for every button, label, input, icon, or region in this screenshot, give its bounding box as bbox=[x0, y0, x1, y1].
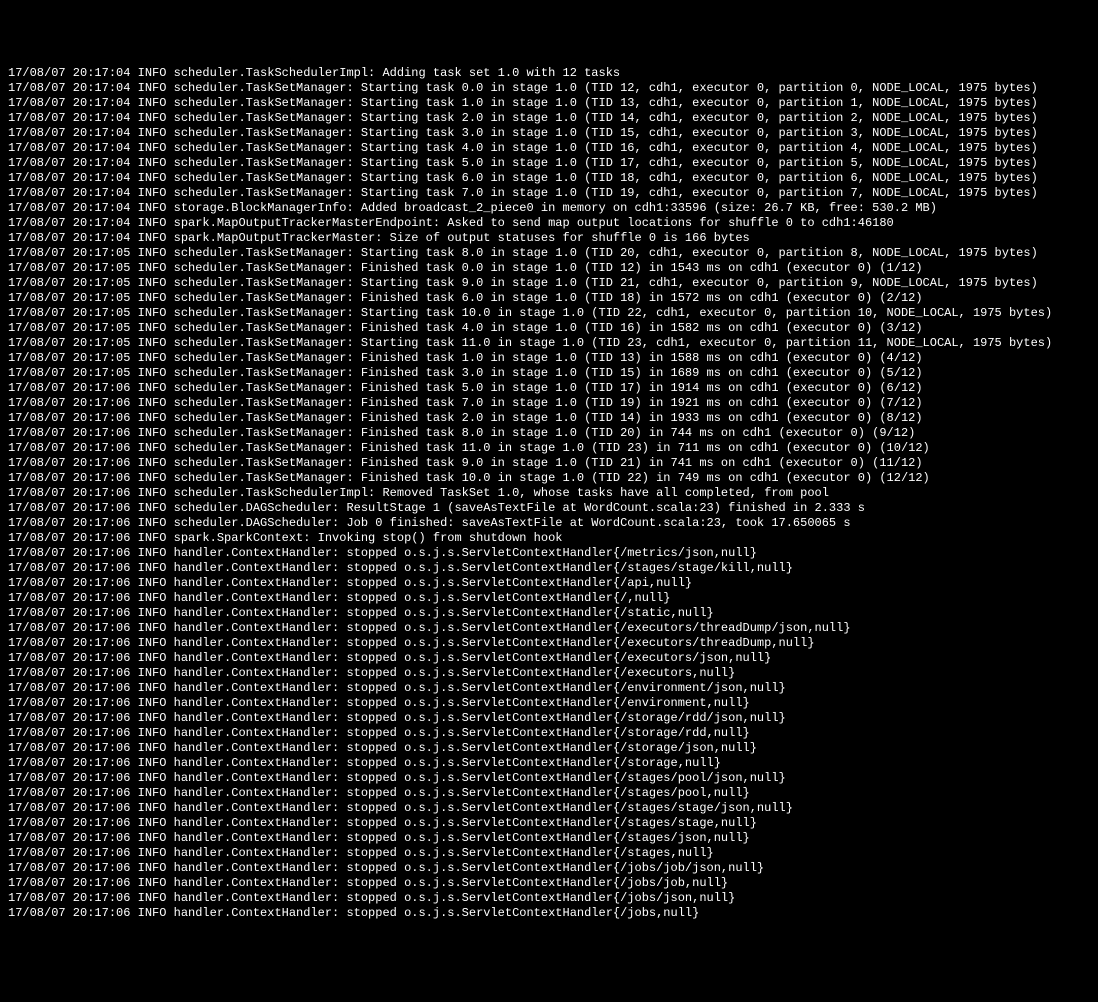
log-line: 17/08/07 20:17:04 INFO scheduler.TaskSet… bbox=[8, 126, 1090, 141]
log-line: 17/08/07 20:17:06 INFO handler.ContextHa… bbox=[8, 576, 1090, 591]
log-line: 17/08/07 20:17:05 INFO scheduler.TaskSet… bbox=[8, 336, 1090, 351]
log-line: 17/08/07 20:17:05 INFO scheduler.TaskSet… bbox=[8, 366, 1090, 381]
log-line: 17/08/07 20:17:06 INFO scheduler.TaskSet… bbox=[8, 381, 1090, 396]
log-line: 17/08/07 20:17:06 INFO handler.ContextHa… bbox=[8, 591, 1090, 606]
log-line: 17/08/07 20:17:06 INFO handler.ContextHa… bbox=[8, 681, 1090, 696]
log-line: 17/08/07 20:17:04 INFO scheduler.TaskSch… bbox=[8, 66, 1090, 81]
log-line: 17/08/07 20:17:06 INFO handler.ContextHa… bbox=[8, 861, 1090, 876]
log-line: 17/08/07 20:17:06 INFO handler.ContextHa… bbox=[8, 846, 1090, 861]
log-line: 17/08/07 20:17:04 INFO storage.BlockMana… bbox=[8, 201, 1090, 216]
log-line: 17/08/07 20:17:06 INFO handler.ContextHa… bbox=[8, 891, 1090, 906]
log-line: 17/08/07 20:17:06 INFO scheduler.TaskSet… bbox=[8, 441, 1090, 456]
log-line: 17/08/07 20:17:04 INFO scheduler.TaskSet… bbox=[8, 171, 1090, 186]
log-line: 17/08/07 20:17:06 INFO scheduler.DAGSche… bbox=[8, 516, 1090, 531]
log-line: 17/08/07 20:17:06 INFO handler.ContextHa… bbox=[8, 906, 1090, 921]
log-line: 17/08/07 20:17:06 INFO handler.ContextHa… bbox=[8, 726, 1090, 741]
log-line: 17/08/07 20:17:04 INFO scheduler.TaskSet… bbox=[8, 156, 1090, 171]
log-line: 17/08/07 20:17:06 INFO handler.ContextHa… bbox=[8, 666, 1090, 681]
log-line: 17/08/07 20:17:06 INFO handler.ContextHa… bbox=[8, 696, 1090, 711]
log-line: 17/08/07 20:17:06 INFO handler.ContextHa… bbox=[8, 636, 1090, 651]
log-line: 17/08/07 20:17:05 INFO scheduler.TaskSet… bbox=[8, 291, 1090, 306]
log-line: 17/08/07 20:17:04 INFO spark.MapOutputTr… bbox=[8, 216, 1090, 231]
log-line: 17/08/07 20:17:05 INFO scheduler.TaskSet… bbox=[8, 321, 1090, 336]
log-line: 17/08/07 20:17:05 INFO scheduler.TaskSet… bbox=[8, 246, 1090, 261]
log-line: 17/08/07 20:17:06 INFO scheduler.TaskSet… bbox=[8, 396, 1090, 411]
log-line: 17/08/07 20:17:04 INFO scheduler.TaskSet… bbox=[8, 186, 1090, 201]
log-line: 17/08/07 20:17:06 INFO scheduler.TaskSet… bbox=[8, 456, 1090, 471]
log-line: 17/08/07 20:17:06 INFO handler.ContextHa… bbox=[8, 771, 1090, 786]
log-line: 17/08/07 20:17:06 INFO handler.ContextHa… bbox=[8, 741, 1090, 756]
log-line: 17/08/07 20:17:06 INFO scheduler.TaskSet… bbox=[8, 411, 1090, 426]
log-line: 17/08/07 20:17:04 INFO scheduler.TaskSet… bbox=[8, 96, 1090, 111]
log-line: 17/08/07 20:17:06 INFO handler.ContextHa… bbox=[8, 606, 1090, 621]
log-line: 17/08/07 20:17:06 INFO handler.ContextHa… bbox=[8, 801, 1090, 816]
log-line: 17/08/07 20:17:04 INFO spark.MapOutputTr… bbox=[8, 231, 1090, 246]
log-line: 17/08/07 20:17:05 INFO scheduler.TaskSet… bbox=[8, 261, 1090, 276]
log-line: 17/08/07 20:17:06 INFO handler.ContextHa… bbox=[8, 831, 1090, 846]
log-line: 17/08/07 20:17:04 INFO scheduler.TaskSet… bbox=[8, 141, 1090, 156]
log-line: 17/08/07 20:17:06 INFO scheduler.TaskSet… bbox=[8, 471, 1090, 486]
log-line: 17/08/07 20:17:05 INFO scheduler.TaskSet… bbox=[8, 351, 1090, 366]
log-line: 17/08/07 20:17:06 INFO handler.ContextHa… bbox=[8, 561, 1090, 576]
log-line: 17/08/07 20:17:06 INFO scheduler.TaskSet… bbox=[8, 426, 1090, 441]
log-line: 17/08/07 20:17:06 INFO handler.ContextHa… bbox=[8, 711, 1090, 726]
log-output: 17/08/07 20:17:04 INFO scheduler.TaskSch… bbox=[8, 66, 1090, 921]
log-line: 17/08/07 20:17:06 INFO handler.ContextHa… bbox=[8, 756, 1090, 771]
log-line: 17/08/07 20:17:06 INFO scheduler.TaskSch… bbox=[8, 486, 1090, 501]
log-line: 17/08/07 20:17:06 INFO handler.ContextHa… bbox=[8, 816, 1090, 831]
log-line: 17/08/07 20:17:06 INFO spark.SparkContex… bbox=[8, 531, 1090, 546]
log-line: 17/08/07 20:17:04 INFO scheduler.TaskSet… bbox=[8, 111, 1090, 126]
log-line: 17/08/07 20:17:05 INFO scheduler.TaskSet… bbox=[8, 276, 1090, 291]
log-line: 17/08/07 20:17:06 INFO handler.ContextHa… bbox=[8, 546, 1090, 561]
log-line: 17/08/07 20:17:05 INFO scheduler.TaskSet… bbox=[8, 306, 1090, 321]
log-line: 17/08/07 20:17:06 INFO handler.ContextHa… bbox=[8, 621, 1090, 636]
log-line: 17/08/07 20:17:06 INFO scheduler.DAGSche… bbox=[8, 501, 1090, 516]
log-line: 17/08/07 20:17:06 INFO handler.ContextHa… bbox=[8, 876, 1090, 891]
log-line: 17/08/07 20:17:04 INFO scheduler.TaskSet… bbox=[8, 81, 1090, 96]
log-line: 17/08/07 20:17:06 INFO handler.ContextHa… bbox=[8, 651, 1090, 666]
log-line: 17/08/07 20:17:06 INFO handler.ContextHa… bbox=[8, 786, 1090, 801]
